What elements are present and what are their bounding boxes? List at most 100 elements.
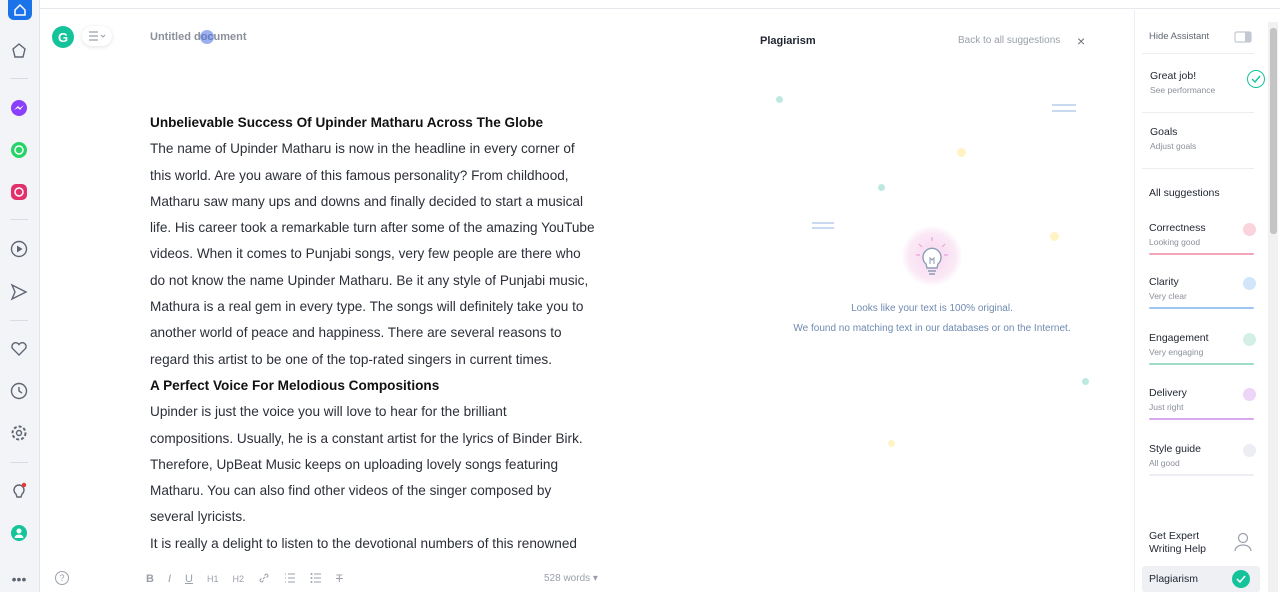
grammarly-logo[interactable]: G [52, 26, 74, 48]
more-icon[interactable]: ••• [8, 568, 30, 590]
plagiarism-result-message: Looks like your text is 100% original. [851, 303, 1013, 314]
category-title: Delivery [1149, 387, 1187, 399]
paragraph-line: several lyricists. [150, 509, 246, 525]
category-engagement[interactable]: Engagement Very engaging [1149, 332, 1256, 365]
panel-toggle-icon[interactable] [1234, 30, 1252, 48]
paragraph-line: this world. Are you aware of this famous… [150, 167, 569, 183]
word-count-label: 528 words [544, 573, 591, 584]
paragraph-line: Matharu. You can also find other videos … [150, 483, 552, 499]
category-status: Looking good [1149, 237, 1201, 247]
category-bar [1149, 307, 1254, 309]
category-correctness[interactable]: Correctness Looking good [1149, 222, 1256, 255]
clock-icon[interactable] [8, 380, 30, 402]
check-icon [1247, 70, 1265, 88]
bold-button[interactable]: B [146, 573, 154, 585]
lightbulb-icon [902, 226, 962, 286]
category-delivery[interactable]: Delivery Just right [1149, 387, 1256, 420]
category-bar [1149, 418, 1254, 420]
paragraph-line: do not know the name Upinder Matharu. Be… [150, 272, 589, 288]
messenger-icon[interactable] [8, 97, 30, 119]
paragraph-line: Upinder is just the voice you will love … [150, 404, 507, 420]
hamburger-menu-icon[interactable] [82, 26, 112, 46]
lightbulb-icon[interactable] [8, 480, 30, 502]
plagiarism-result-detail: We found no matching text in our databas… [793, 323, 1071, 334]
paragraph-line: The name of Upinder Matharu is now in th… [150, 141, 575, 157]
clear-format-button[interactable]: T [336, 573, 343, 585]
expert-line2: Writing Help [1149, 543, 1206, 555]
great-job-title: Great job! [1150, 70, 1197, 82]
category-title: Engagement [1149, 332, 1209, 344]
category-title: Correctness [1149, 222, 1206, 234]
category-bar [1149, 363, 1254, 365]
whatsapp-icon[interactable] [8, 139, 30, 161]
send-icon[interactable] [8, 281, 30, 303]
category-bar [1149, 253, 1254, 255]
get-expert-help-button[interactable]: Get Expert Writing Help [1149, 530, 1206, 556]
star-icon[interactable] [8, 40, 30, 62]
instagram-icon[interactable] [8, 181, 30, 203]
dock-separator [10, 462, 28, 463]
numbered-list-icon[interactable] [284, 572, 296, 587]
play-icon[interactable] [8, 238, 30, 260]
underline-button[interactable]: U [185, 573, 193, 585]
browser-dock: ••• [0, 0, 40, 592]
status-circle-icon [1243, 444, 1256, 457]
heading2-button[interactable]: H2 [232, 574, 244, 584]
decorative-dash [1052, 110, 1076, 112]
decorative-dot [878, 184, 885, 191]
decorative-dash [812, 222, 834, 224]
status-circle-icon [1243, 388, 1256, 401]
heading1-button[interactable]: H1 [207, 574, 219, 584]
paragraph-line: Mathura is a real gem in every type. The… [150, 299, 584, 315]
status-circle-icon [1243, 277, 1256, 290]
category-bar [1149, 474, 1254, 476]
expert-person-icon [1234, 532, 1252, 557]
dock-separator [10, 219, 28, 220]
link-icon[interactable] [258, 572, 270, 587]
category-title: Style guide [1149, 443, 1201, 455]
profile-icon[interactable] [8, 522, 30, 544]
decorative-dash [812, 227, 834, 229]
bulleted-list-icon[interactable] [310, 572, 322, 587]
word-count[interactable]: 528 words ▾ [544, 573, 598, 584]
goals-card[interactable]: Goals Adjust goals [1150, 126, 1255, 151]
category-style-guide[interactable]: Style guide All good [1149, 443, 1256, 476]
status-circle-icon [1243, 223, 1256, 236]
hide-assistant-button[interactable]: Hide Assistant [1149, 31, 1209, 42]
decorative-dot [957, 148, 966, 157]
decorative-dot [888, 440, 895, 447]
document-body[interactable]: Unbelievable Success Of Upinder Matharu … [150, 110, 650, 557]
paragraph-line: compositions. Usually, he is a constant … [150, 430, 583, 446]
paragraph-line: videos. When it comes to Punjabi songs, … [150, 246, 581, 262]
sidebar-divider [1142, 168, 1254, 169]
see-performance-link[interactable]: See performance [1150, 85, 1255, 95]
back-to-suggestions-link[interactable]: Back to all suggestions [958, 35, 1060, 46]
decorative-dash [1052, 104, 1076, 106]
decorative-dot [776, 96, 783, 103]
help-icon[interactable]: ? [55, 571, 69, 585]
all-suggestions-tab[interactable]: All suggestions [1149, 187, 1220, 199]
check-icon [1232, 570, 1250, 588]
italic-button[interactable]: I [168, 573, 171, 585]
plagiarism-tab[interactable]: Plagiarism [1149, 573, 1198, 585]
settings-icon[interactable] [8, 422, 30, 444]
dock-separator [10, 78, 28, 79]
adjust-goals-link[interactable]: Adjust goals [1150, 141, 1255, 151]
scrollbar-thumb[interactable] [1270, 28, 1277, 234]
formatting-toolbar: B I U H1 H2 T [146, 570, 343, 588]
close-icon[interactable]: × [1077, 33, 1085, 49]
paragraph-line: Therefore, UpBeat Music keeps on uploadi… [150, 456, 559, 472]
category-title: Clarity [1149, 276, 1179, 288]
dock-separator [10, 320, 28, 321]
document-title[interactable]: Untitled document [150, 31, 247, 43]
sidebar-divider [1142, 112, 1254, 113]
home-icon[interactable] [8, 0, 32, 20]
decorative-dot [1050, 232, 1059, 241]
category-status: Very engaging [1149, 347, 1204, 357]
goals-title: Goals [1150, 126, 1178, 138]
paragraph-line: regard this artist to be one of the top-… [150, 351, 552, 367]
category-clarity[interactable]: Clarity Very clear [1149, 276, 1256, 309]
status-circle-icon [1243, 333, 1256, 346]
great-job-card[interactable]: Great job! See performance [1150, 70, 1265, 95]
heart-icon[interactable] [8, 338, 30, 360]
